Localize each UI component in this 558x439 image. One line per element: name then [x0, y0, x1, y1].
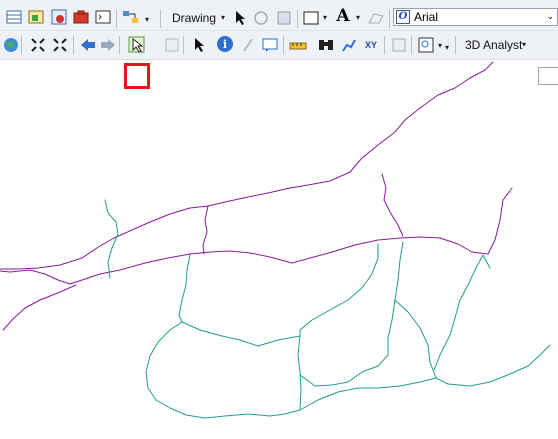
toolbar-separator: [455, 36, 456, 54]
identify-icon[interactable]: i: [216, 35, 234, 53]
text-icon[interactable]: A: [334, 6, 352, 26]
time-slider-icon[interactable]: [390, 36, 408, 54]
toolbar-separator: [297, 10, 298, 28]
rectangle-icon[interactable]: [302, 9, 320, 27]
toolbar-separator: [411, 36, 412, 54]
toolbox-icon[interactable]: [72, 8, 90, 26]
catalog-icon[interactable]: [50, 8, 68, 26]
road-line: [0, 61, 494, 270]
rotate-icon[interactable]: [252, 9, 270, 27]
select-elements-icon[interactable]: [190, 36, 208, 54]
toolbar-separator: [183, 36, 184, 54]
svg-text:i: i: [223, 38, 227, 51]
stream-line: [299, 241, 404, 387]
toolbar-separator: [116, 10, 117, 28]
stream-line: [299, 377, 437, 411]
select-features-icon[interactable]: [128, 36, 146, 54]
chevron-down-icon[interactable]: ▾: [438, 41, 442, 50]
toolbar-overflow-icon[interactable]: ▾: [445, 43, 449, 52]
fixed-zoom-out-icon[interactable]: [51, 36, 69, 54]
globe-icon[interactable]: [2, 36, 20, 54]
forward-arrow-icon[interactable]: [99, 36, 117, 54]
chevron-down-icon[interactable]: ▾: [522, 40, 526, 49]
road-line: [487, 187, 513, 255]
hyperlink-icon[interactable]: [239, 36, 257, 54]
chevron-down-icon[interactable]: ⌄: [546, 11, 554, 22]
toolbar-separator: [21, 36, 22, 54]
go-to-xy-icon[interactable]: XY: [362, 36, 380, 54]
add-data-icon[interactable]: [27, 8, 45, 26]
road-line: [381, 173, 404, 237]
toolbar-overflow-icon[interactable]: ▾: [145, 15, 149, 24]
road-line: [2, 284, 77, 331]
standard-toolbar: ▾ Drawing ▾ ▾ A ▾ O Arial ⌄: [0, 0, 558, 31]
stream-line: [394, 299, 551, 387]
font-select[interactable]: O Arial ⌄: [393, 8, 558, 26]
toolbar-separator: [119, 36, 120, 54]
chevron-down-icon[interactable]: ▾: [356, 13, 360, 22]
toolbar-separator: [384, 36, 385, 54]
toolbar-separator: [389, 10, 390, 28]
toolbar-separator: [73, 36, 74, 54]
3d-analyst-menu[interactable]: 3D Analyst: [465, 38, 522, 52]
map-canvas[interactable]: [0, 60, 558, 439]
edit-vertices-icon[interactable]: [367, 9, 385, 27]
toolbar-separator: [160, 10, 161, 28]
html-popup-icon[interactable]: [261, 36, 279, 54]
table-icon[interactable]: [5, 8, 23, 26]
stream-line: [181, 321, 301, 347]
find-icon[interactable]: [317, 36, 335, 54]
stream-line: [297, 335, 302, 411]
font-type-icon: O: [396, 10, 410, 24]
clear-selection-icon[interactable]: [163, 36, 181, 54]
python-icon[interactable]: [94, 8, 112, 26]
toolbar-separator: [283, 36, 284, 54]
stream-line: [482, 254, 491, 269]
fixed-zoom-in-icon[interactable]: [29, 36, 47, 54]
model-icon[interactable]: [122, 8, 140, 26]
chevron-down-icon[interactable]: ▾: [323, 13, 327, 22]
back-arrow-icon[interactable]: [79, 36, 97, 54]
magnifier-window-icon[interactable]: [417, 36, 435, 54]
stream-line: [433, 254, 484, 371]
measure-icon[interactable]: [289, 36, 307, 54]
find-route-icon[interactable]: [340, 36, 358, 54]
zoom-to-elements-icon[interactable]: [275, 9, 293, 27]
font-select-value: Arial: [414, 10, 439, 24]
tools-toolbar: i XY ▾ ▾ 3D Analyst ▾: [0, 31, 558, 89]
drawing-menu[interactable]: Drawing: [172, 11, 216, 25]
select-elements-icon[interactable]: [231, 9, 249, 27]
road-line: [202, 205, 209, 255]
chevron-down-icon[interactable]: ▾: [221, 13, 225, 22]
